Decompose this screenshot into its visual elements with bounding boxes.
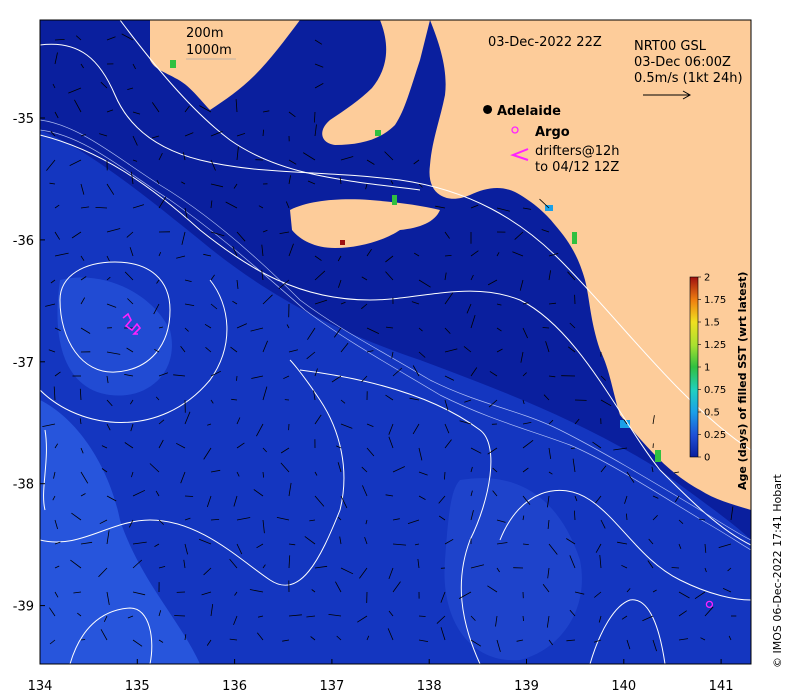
colorbar-tick-label: 1.25 — [704, 340, 726, 351]
lon-tick-label: 140 — [611, 679, 636, 694]
colorbar-tick-label: 1 — [704, 363, 710, 374]
colorbar-tick-label: 0.5 — [704, 408, 720, 419]
map-figure: 134 135 136 137 138 139 140 141 -35 -36 -37 -38 -39… — [13, 19, 784, 694]
colorbar-tick-label: 0.25 — [704, 430, 726, 441]
lon-tick-label: 139 — [514, 679, 539, 694]
lon-tick-label: 135 — [125, 679, 150, 694]
drifter-legend-line2: to 04/12 12Z — [535, 160, 619, 175]
coastal-speck — [655, 450, 661, 462]
map-plot-area — [40, 20, 751, 664]
argo-label: Argo — [535, 125, 570, 140]
current-vector — [80, 639, 86, 641]
lon-tick-label: 136 — [222, 679, 247, 694]
source-line-1: NRT00 GSL — [634, 39, 707, 54]
colorbar-gradient — [689, 276, 699, 458]
lat-tick-label: -35 — [13, 112, 34, 127]
lat-tick-label: -36 — [13, 234, 34, 249]
lat-tick-label: -38 — [13, 478, 34, 493]
adelaide-label: Adelaide — [497, 104, 561, 119]
credit-label: © IMOS 06-Dec-2022 17:41 Hobart — [771, 473, 784, 668]
current-vector — [174, 615, 186, 617]
lon-tick-label: 134 — [28, 679, 53, 694]
colorbar-tick-label: 1.5 — [704, 318, 720, 329]
lat-tick-label: -37 — [13, 356, 34, 371]
current-vector — [236, 375, 238, 381]
coastal-speck — [340, 240, 345, 245]
colorbar-tick-label: 2 — [704, 273, 710, 284]
current-vector — [542, 327, 550, 329]
colorbar-tick-label: 1.75 — [704, 295, 726, 306]
coastal-speck — [572, 232, 577, 244]
current-vector — [671, 567, 680, 569]
current-vector — [184, 495, 194, 497]
depth-legend-1000m: 1000m — [186, 43, 232, 58]
colorbar-title: Age (days) of filled SST (wrt latest) — [736, 272, 749, 490]
current-vector — [418, 615, 426, 617]
lon-tick-label: 141 — [709, 679, 734, 694]
colorbar-tick-label: 0.75 — [704, 385, 726, 396]
date-label: 03-Dec-2022 22Z — [488, 35, 602, 50]
colorbar-tick-label: 0 — [704, 453, 710, 464]
coastal-speck — [375, 130, 381, 136]
coastal-speck — [392, 195, 397, 205]
lon-tick-label: 137 — [319, 679, 344, 694]
source-line-2: 03-Dec 06:00Z — [634, 55, 731, 70]
source-line-3: 0.5m/s (1kt 24h) — [634, 71, 743, 86]
drifter-legend-line1: drifters@12h — [535, 144, 620, 159]
coastal-speck — [170, 60, 176, 68]
adelaide-marker — [483, 104, 493, 114]
lon-tick-label: 138 — [417, 679, 442, 694]
current-vector — [570, 447, 576, 449]
lat-tick-label: -39 — [13, 600, 34, 615]
depth-legend-200m: 200m — [186, 26, 223, 41]
